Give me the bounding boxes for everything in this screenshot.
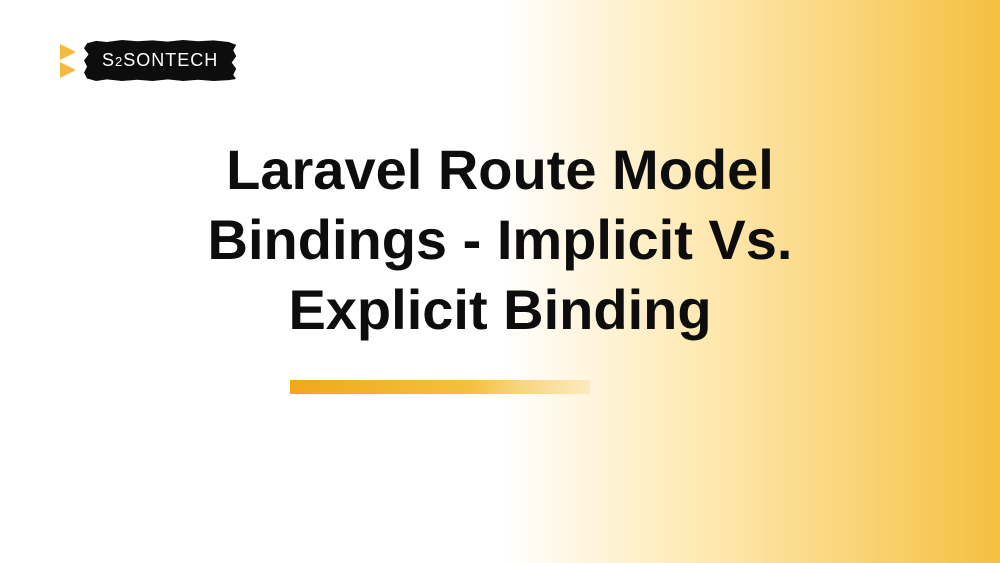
logo-text-sontech: SONTECH [123, 50, 218, 70]
accent-underline [290, 380, 590, 394]
logo-text-2: 2 [115, 54, 123, 69]
logo: S2SONTECH [60, 40, 236, 81]
page-title: Laravel Route Model Bindings - Implicit … [0, 135, 1000, 345]
logo-badge: S2SONTECH [84, 40, 236, 81]
logo-chevron-icon [60, 44, 76, 78]
heading-line-1: Laravel Route Model [226, 138, 774, 201]
heading-line-3: Explicit Binding [288, 278, 711, 341]
heading-line-2: Bindings - Implicit Vs. [208, 208, 793, 271]
logo-text-s: S [102, 50, 115, 70]
